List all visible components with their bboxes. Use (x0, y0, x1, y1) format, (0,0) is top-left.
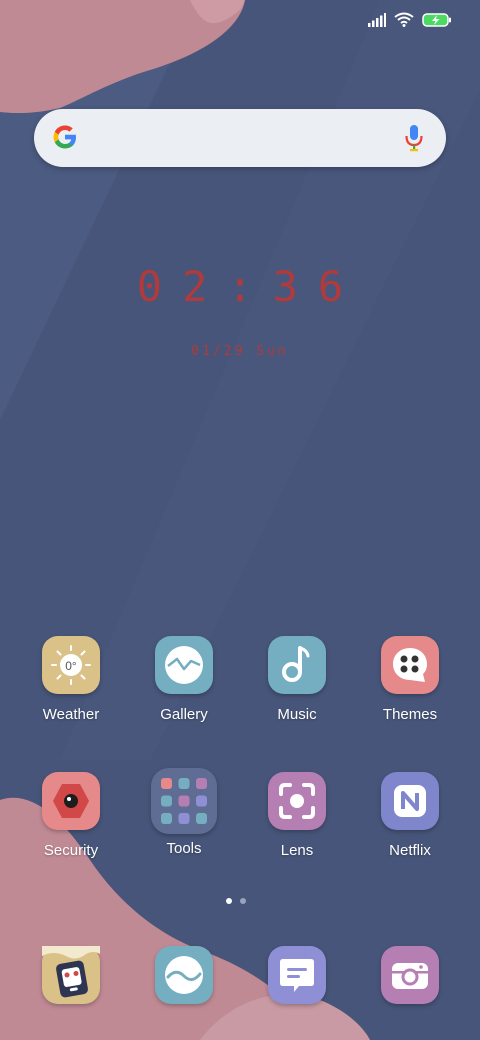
page-indicator[interactable] (226, 898, 246, 904)
app-lens[interactable]: Lens (247, 772, 347, 859)
battery-charging-icon (422, 12, 452, 32)
status-bar (368, 12, 452, 32)
app-weather[interactable]: 0° Weather (21, 636, 121, 723)
clock-time[interactable]: 02:36 (0, 262, 480, 311)
app-music[interactable]: Music (247, 636, 347, 723)
dock-browser[interactable] (134, 946, 234, 1004)
dock-messages[interactable] (247, 946, 347, 1004)
app-gallery[interactable]: Gallery (134, 636, 234, 723)
app-tools-folder[interactable]: Tools (134, 768, 234, 857)
google-g-icon (50, 122, 80, 157)
app-label-tools: Tools (166, 840, 202, 857)
camera-icon (381, 946, 439, 1004)
app-label-netflix: Netflix (389, 842, 431, 859)
signal-icon (368, 12, 386, 32)
app-security[interactable]: Security (21, 772, 121, 859)
clock-date: 01/29 Sun (191, 344, 289, 359)
app-label-themes: Themes (382, 706, 438, 723)
security-shield-icon (42, 772, 100, 830)
browser-icon (155, 946, 213, 1004)
themes-palette-icon (381, 636, 439, 694)
app-netflix[interactable]: Netflix (360, 772, 460, 859)
phone-icon (42, 946, 100, 1004)
app-label-gallery: Gallery (160, 706, 208, 723)
lens-scan-icon (268, 772, 326, 830)
music-note-icon (268, 636, 326, 694)
weather-temp: 0° (65, 659, 77, 673)
page-dot-1[interactable] (226, 898, 232, 904)
netflix-n-icon (381, 772, 439, 830)
app-themes[interactable]: Themes (360, 636, 460, 723)
page-dot-2[interactable] (240, 898, 246, 904)
weather-sun-icon: 0° (42, 636, 100, 694)
app-label-music: Music (277, 706, 317, 723)
messages-icon (268, 946, 326, 1004)
folder-icon (151, 768, 217, 834)
wifi-icon (394, 12, 414, 32)
app-label-lens: Lens (280, 842, 314, 859)
dock-phone[interactable] (21, 946, 121, 1004)
app-label-security: Security (43, 842, 99, 859)
google-search-bar[interactable] (34, 109, 446, 167)
microphone-icon[interactable] (404, 124, 424, 157)
gallery-wave-icon (155, 636, 213, 694)
app-label-weather: Weather (42, 706, 100, 723)
dock-camera[interactable] (360, 946, 460, 1004)
